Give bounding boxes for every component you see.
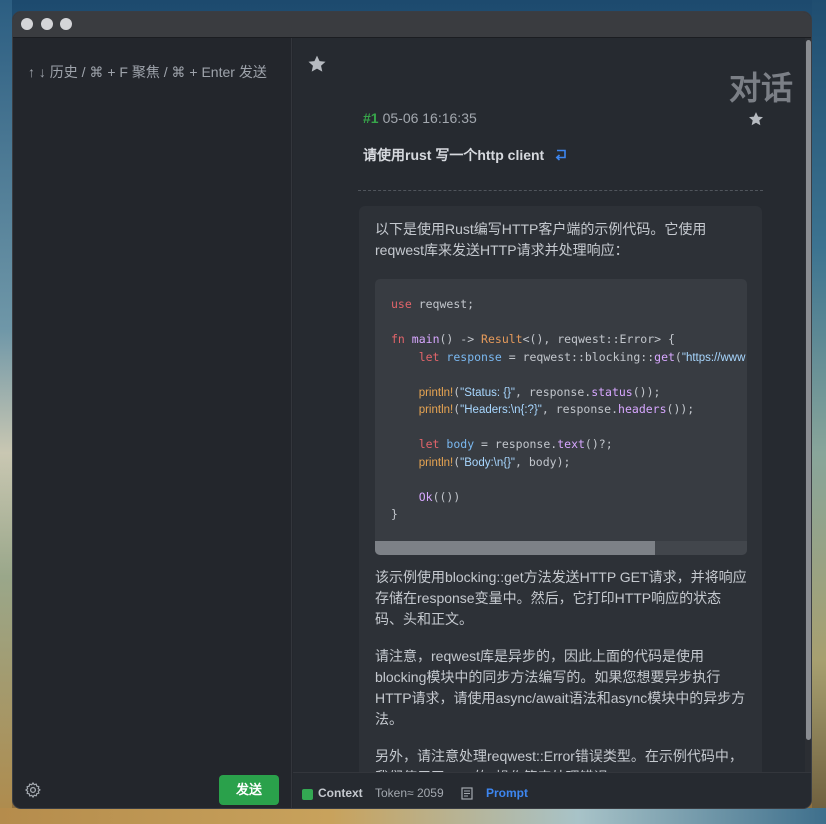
context-label[interactable]: Context [318,786,363,800]
code-line: Ok(()) [418,490,461,504]
desktop-wallpaper-bottom [0,808,826,824]
title-bar [13,12,811,38]
code-line: use reqwest; [391,297,475,311]
answer-paragraph: 请注意，reqwest库是异步的，因此上面的代码是使用blocking模块中的同… [375,648,746,727]
answer-paragraph: 该示例使用blocking::get方法发送HTTP GET请求，并将响应存储在… [375,569,747,627]
user-prompt: 请使用rust 写一个http client [363,145,568,165]
send-button[interactable]: 发送 [219,775,279,805]
code-horizontal-scrollbar[interactable] [375,541,747,555]
assistant-answer: 以下是使用Rust编写HTTP客户端的示例代码。它使用reqwest库来发送HT… [359,206,762,808]
minimize-window-button[interactable] [41,18,53,30]
zoom-window-button[interactable] [60,18,72,30]
code-line: let body = response.text()?; [418,437,613,451]
code-line: } [391,507,398,521]
message-meta: #1 05-06 16:16:35 [363,110,477,126]
close-window-button[interactable] [21,18,33,30]
desktop-wallpaper-right [812,0,826,824]
answer-intro: 以下是使用Rust编写HTTP客户端的示例代码。它使用reqwest库来发送HT… [375,221,707,258]
desktop-wallpaper-left [0,0,12,824]
user-prompt-text: 请使用rust 写一个http client [363,147,545,163]
code-line: fn main() -> Result<(), reqwest::Error> … [391,332,675,346]
app-window: ↑ ↓ 历史 / ⌘ + F 聚焦 / ⌘ + Enter 发送 发送 对话 #… [12,11,812,809]
context-toggle-checkbox[interactable] [302,789,313,800]
code-block[interactable]: use reqwest; fn main() -> Result<(), req… [375,279,747,555]
gear-icon[interactable] [24,781,42,799]
prompt-link[interactable]: Prompt [486,786,528,800]
code-line: let response = reqwest::blocking::get("h… [418,350,746,364]
code-line: println!("Body:\n{}", body); [418,455,571,469]
vertical-scrollbar[interactable] [805,38,811,778]
shortcut-hint: ↑ ↓ 历史 / ⌘ + F 聚焦 / ⌘ + Enter 发送 [28,64,267,80]
status-bar: Context Token≈ 2059 Prompt [293,772,811,808]
reuse-prompt-icon[interactable] [554,149,568,161]
input-sidebar[interactable]: ↑ ↓ 历史 / ⌘ + F 聚焦 / ⌘ + Enter 发送 发送 [13,38,292,808]
code-line: println!("Status: {}", response.status()… [418,385,661,399]
message-divider [358,190,763,191]
conversation-panel: 对话 #1 05-06 16:16:35 请使用rust 写一个http clie… [293,38,811,808]
message-timestamp: 05-06 16:16:35 [382,110,477,126]
code-line: println!("Headers:\n{:?}", response.head… [418,402,695,416]
token-count: Token≈ 2059 [375,786,444,800]
document-icon[interactable] [461,787,473,800]
code-scroll-thumb[interactable] [375,541,655,555]
message-number: #1 [363,110,379,126]
vertical-scroll-thumb[interactable] [806,40,811,740]
star-icon[interactable] [306,53,328,75]
page-title: 对话 [728,70,793,106]
favorite-star-icon[interactable] [747,110,765,128]
